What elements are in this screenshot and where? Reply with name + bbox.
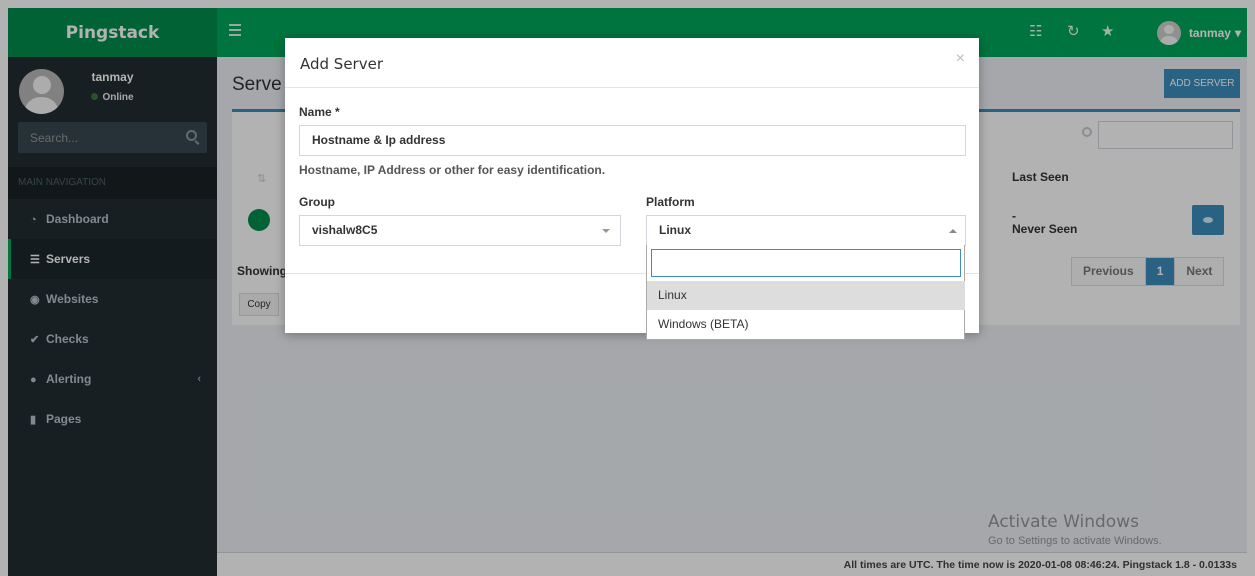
close-icon[interactable]: × [956, 50, 965, 68]
name-help-text: Hostname, IP Address or other for easy i… [299, 163, 606, 177]
platform-dropdown: Linux Windows (BETA) [646, 245, 965, 340]
name-field[interactable]: Hostname & Ip address [299, 125, 966, 156]
platform-label: Platform [646, 195, 695, 209]
platform-option-linux[interactable]: Linux [647, 281, 965, 310]
group-label: Group [299, 195, 335, 209]
platform-search-input[interactable] [651, 249, 961, 277]
modal-divider [285, 87, 979, 88]
platform-select[interactable]: Linux [646, 215, 966, 246]
name-label: Name * [299, 105, 340, 119]
chevron-down-icon [602, 229, 610, 233]
group-select-value: vishalw8C5 [312, 223, 378, 237]
platform-option-windows[interactable]: Windows (BETA) [647, 310, 965, 339]
chevron-up-icon [949, 229, 957, 233]
platform-select-value: Linux [659, 223, 691, 237]
modal-title: Add Server [300, 55, 383, 73]
group-select[interactable]: vishalw8C5 [299, 215, 621, 246]
